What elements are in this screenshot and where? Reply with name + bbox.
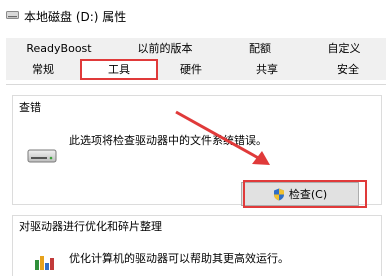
tab-strip: ReadyBoost 以前的版本 配额 自定义 常规 工具 硬件 共享 安全 — [0, 38, 386, 84]
tab-tools[interactable]: 工具 — [80, 59, 159, 80]
tools-pane: 查错 此选项将检查驱动器中的文件系统错误。 检查(C) 对驱动器进行优化和碎片整… — [6, 84, 386, 276]
optimize-title: 对驱动器进行优化和碎片整理 — [19, 220, 162, 233]
tab-security[interactable]: 安全 — [310, 59, 386, 80]
tab-customize[interactable]: 自定义 — [302, 38, 386, 59]
tab-readyboost[interactable]: ReadyBoost — [6, 38, 113, 59]
error-checking-group: 查错 此选项将检查驱动器中的文件系统错误。 检查(C) — [12, 95, 382, 208]
hard-drive-icon — [27, 149, 57, 163]
tab-previous-versions[interactable]: 以前的版本 — [112, 38, 219, 59]
defrag-icon — [35, 256, 54, 270]
check-button-label: 检查(C) — [288, 188, 328, 201]
tab-quota[interactable]: 配额 — [218, 38, 303, 59]
optimize-description: 优化计算机的驱动器可以帮助其更高效运行。 — [69, 252, 289, 265]
shield-icon — [273, 188, 284, 200]
drive-icon — [6, 11, 19, 19]
title-bar: 本地磁盘 (D:) 属性 — [0, 0, 386, 32]
tab-general[interactable]: 常规 — [6, 59, 81, 80]
tab-hardware[interactable]: 硬件 — [158, 59, 225, 80]
error-checking-description: 此选项将检查驱动器中的文件系统错误。 — [69, 134, 267, 147]
check-button[interactable]: 检查(C) — [241, 182, 359, 206]
tab-sharing[interactable]: 共享 — [224, 59, 311, 80]
window-title: 本地磁盘 (D:) 属性 — [24, 10, 127, 24]
error-checking-title: 查错 — [19, 101, 41, 114]
